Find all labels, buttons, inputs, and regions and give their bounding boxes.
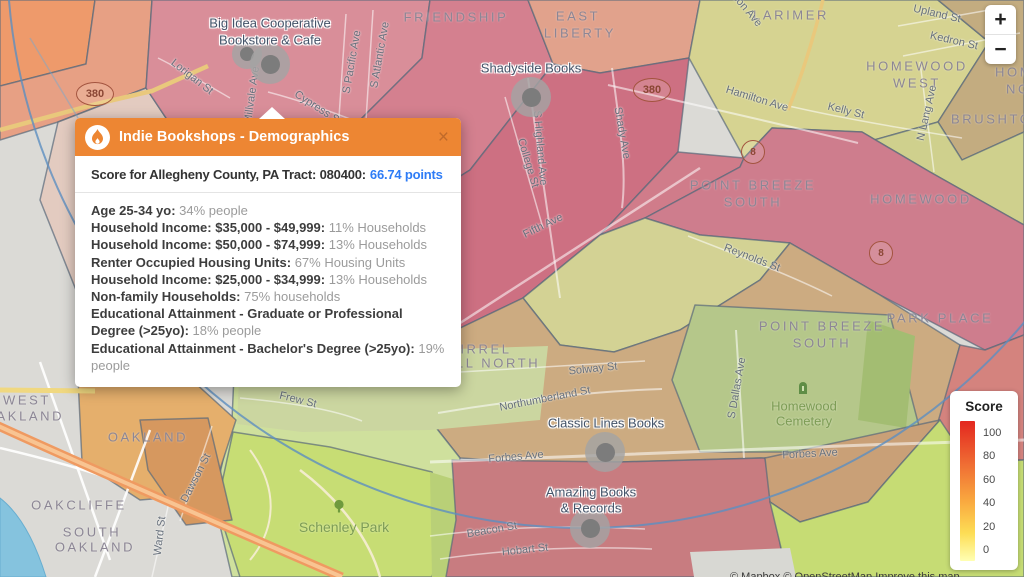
score-line: Score for Allegheny County, PA Tract: 08… — [91, 167, 445, 182]
stat-row: Household Income: $25,000 - $34,999: 13%… — [91, 271, 445, 288]
zoom-control: + − — [985, 5, 1016, 64]
marker-shadyside-books[interactable] — [511, 77, 551, 117]
stat-label: Age 25-34 yo: — [91, 203, 176, 218]
stat-row: Educational Attainment - Bachelor's Degr… — [91, 340, 445, 374]
popup-body: Score for Allegheny County, PA Tract: 08… — [75, 156, 461, 387]
stat-value: 75% households — [244, 289, 340, 304]
demographics-popup: Indie Bookshops - Demographics × Score f… — [75, 118, 461, 387]
flame-icon — [85, 125, 110, 150]
stat-value: 34% people — [179, 203, 248, 218]
stat-row: Renter Occupied Housing Units: 67% Housi… — [91, 254, 445, 271]
legend-ticks: 100 80 60 40 20 0 — [983, 421, 1001, 567]
legend-gradient-bar — [960, 421, 975, 561]
marker-amazing-books[interactable] — [570, 508, 610, 548]
stat-row: Household Income: $50,000 - $74,999: 13%… — [91, 236, 445, 253]
stat-value: 18% people — [193, 323, 262, 338]
popup-title: Indie Bookshops - Demographics — [119, 129, 436, 145]
popup-pointer — [259, 107, 285, 119]
stat-value: 13% Households — [329, 272, 427, 287]
map-attribution[interactable]: © Mapbox © OpenStreetMap Improve this ma… — [730, 571, 960, 577]
stat-label: Household Income: $35,000 - $49,999: — [91, 220, 325, 235]
stat-label: Educational Attainment - Bachelor's Degr… — [91, 341, 415, 356]
stat-label: Household Income: $50,000 - $74,999: — [91, 237, 325, 252]
route-shield-380: 380 — [76, 82, 114, 106]
stat-label: Household Income: $25,000 - $34,999: — [91, 272, 325, 287]
popup-header: Indie Bookshops - Demographics × — [75, 118, 461, 156]
legend-tick: 40 — [983, 497, 1001, 520]
stat-value: 13% Households — [329, 237, 427, 252]
stat-value: 11% Households — [329, 220, 426, 235]
score-prefix: Score for Allegheny County, PA Tract: 08… — [91, 167, 366, 182]
legend-tick: 100 — [983, 427, 1001, 450]
score-legend: Score 100 80 60 40 20 0 — [950, 391, 1018, 570]
close-icon[interactable]: × — [436, 128, 451, 147]
legend-tick: 20 — [983, 521, 1001, 544]
stat-row: Non-family Households: 75% households — [91, 288, 445, 305]
legend-tick: 80 — [983, 450, 1001, 473]
legend-tick: 60 — [983, 474, 1001, 497]
zoom-out-button[interactable]: − — [985, 35, 1016, 64]
zoom-in-button[interactable]: + — [985, 5, 1016, 34]
stat-value: 67% Housing Units — [295, 255, 406, 270]
score-value: 66.74 points — [370, 167, 443, 182]
stat-row: Age 25-34 yo: 34% people — [91, 202, 445, 219]
divider — [75, 192, 461, 193]
stat-row: Household Income: $35,000 - $49,999: 11%… — [91, 219, 445, 236]
route-shield-8: 8 — [741, 140, 765, 164]
legend-tick: 0 — [983, 544, 1001, 567]
marker-classic-lines[interactable] — [585, 432, 625, 472]
stat-label: Renter Occupied Housing Units: — [91, 255, 291, 270]
route-shield-380: 380 — [633, 78, 671, 102]
marker-big-idea[interactable] — [250, 44, 290, 84]
map-canvas[interactable]: FRIENDSHIP EAST LIBERTY LARIMER HOMEWOOD… — [0, 0, 1024, 577]
stat-label: Non-family Households: — [91, 289, 241, 304]
route-shield-8: 8 — [869, 241, 893, 265]
stat-row: Educational Attainment - Graduate or Pro… — [91, 305, 445, 339]
legend-title: Score — [950, 399, 1018, 414]
